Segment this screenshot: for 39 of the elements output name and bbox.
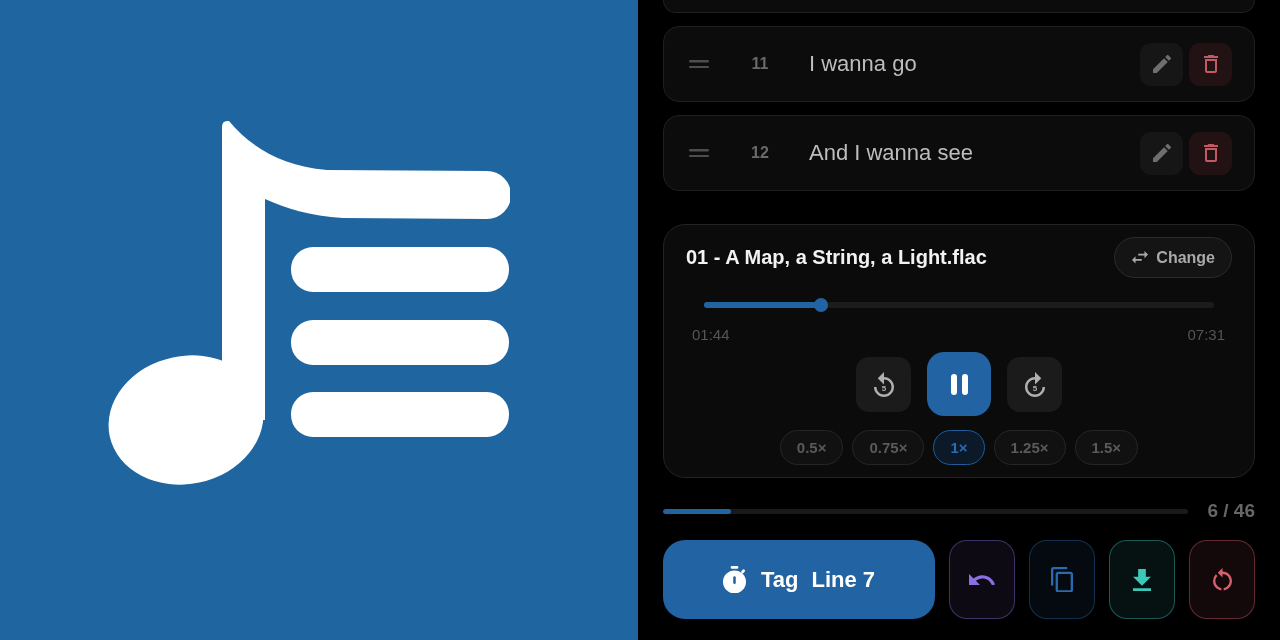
trash-icon: [1203, 55, 1218, 73]
drag-handle-icon[interactable]: [689, 59, 709, 69]
delete-button[interactable]: [1189, 131, 1232, 175]
seek-slider[interactable]: [704, 298, 1214, 312]
speed-option[interactable]: 0.75×: [852, 430, 925, 465]
stopwatch-icon: [722, 565, 746, 594]
skip-forward-icon: 5: [1024, 371, 1045, 397]
pause-button[interactable]: [927, 352, 991, 416]
speed-option[interactable]: 1×: [933, 430, 985, 465]
file-name: 01 - A Map, a String, a Light.flac: [686, 246, 987, 269]
skip-back-button[interactable]: 5: [856, 356, 911, 412]
lyric-text: I wanna go: [809, 51, 918, 77]
speed-option[interactable]: 0.5×: [779, 430, 844, 465]
trash-icon: [1203, 144, 1218, 162]
line-number: 11: [750, 55, 770, 73]
undo-button[interactable]: [949, 540, 1015, 619]
skip-forward-button[interactable]: 5: [1007, 356, 1062, 412]
edit-button[interactable]: [1140, 131, 1183, 175]
elapsed-time: 01:44: [692, 327, 730, 343]
progress-count: 6 / 46: [1207, 500, 1255, 522]
pencil-icon: [1152, 55, 1171, 73]
skip-back-icon: 5: [873, 371, 894, 397]
total-time: 07:31: [1187, 327, 1225, 343]
seek-thumb[interactable]: [814, 298, 829, 312]
pencil-icon: [1152, 144, 1171, 162]
swap-arrows-icon: [1132, 251, 1149, 264]
lyric-text: And I wanna see: [809, 140, 974, 166]
download-button[interactable]: [1109, 540, 1175, 619]
speed-option[interactable]: 1.25×: [993, 430, 1066, 465]
tag-button[interactable]: Tag Line 7: [663, 540, 935, 619]
speed-option[interactable]: 1.5×: [1074, 430, 1139, 465]
change-button[interactable]: Change: [1114, 237, 1232, 278]
copy-button[interactable]: [1029, 540, 1095, 619]
drag-handle-icon[interactable]: [689, 148, 709, 158]
reset-button[interactable]: [1189, 540, 1255, 619]
line-number: 12: [750, 144, 770, 162]
delete-button[interactable]: [1189, 42, 1232, 86]
music-note-list-icon: [108, 120, 510, 486]
edit-button[interactable]: [1140, 42, 1183, 86]
